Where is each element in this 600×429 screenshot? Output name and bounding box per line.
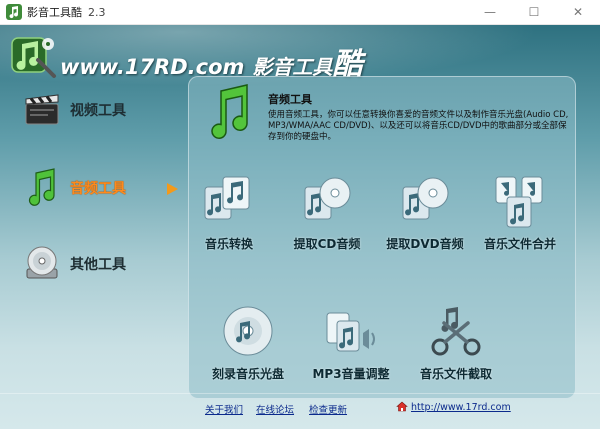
close-button[interactable]: ✕ bbox=[556, 0, 600, 24]
tool-music-convert[interactable]: 音乐转换 bbox=[174, 173, 284, 253]
burn-disc-icon bbox=[223, 306, 273, 356]
clapperboard-icon bbox=[25, 94, 59, 125]
sidebar-item-audio[interactable]: 音频工具 bbox=[22, 167, 172, 211]
dvd-audio-extract-icon bbox=[402, 177, 449, 220]
maximize-button[interactable]: ☐ bbox=[512, 0, 556, 24]
app-window: 影音工具酷 2.3 — ☐ ✕ www.17RD.com 影音工具酷 视频工具 … bbox=[0, 0, 600, 429]
tool-label: 音乐文件合并 bbox=[483, 237, 556, 251]
tool-music-cut[interactable]: 音乐文件截取 bbox=[401, 303, 511, 383]
app-music-note-icon bbox=[6, 4, 22, 20]
music-note-icon bbox=[28, 168, 55, 206]
tool-burn-disc[interactable]: 刻录音乐光盘 bbox=[193, 303, 303, 383]
window-title: 影音工具酷 2.3 bbox=[27, 4, 106, 20]
minimize-button[interactable]: — bbox=[468, 0, 512, 24]
panel-title: 音频工具 bbox=[268, 93, 312, 106]
tool-music-merge[interactable]: 音乐文件合并 bbox=[465, 173, 575, 253]
check-update-link[interactable]: 检查更新 bbox=[309, 402, 347, 416]
panel-description: 使用音频工具，你可以任意转换你喜爱的音频文件以及制作音乐光盘(Audio CD,… bbox=[268, 110, 569, 142]
tool-label: 提取CD音频 bbox=[293, 237, 361, 251]
mp3-volume-icon bbox=[326, 312, 375, 352]
tool-cd-extract[interactable]: 提取CD音频 bbox=[272, 173, 382, 253]
cd-audio-extract-icon bbox=[304, 177, 351, 220]
sidebar-item-video[interactable]: 视频工具 bbox=[22, 89, 172, 133]
about-us-link[interactable]: 关于我们 bbox=[205, 402, 243, 416]
sidebar-item-label: 视频工具 bbox=[70, 103, 126, 119]
website-link[interactable]: http://www.17rd.com bbox=[411, 402, 511, 413]
tool-dvd-extract[interactable]: 提取DVD音频 bbox=[370, 173, 480, 253]
music-note-large-icon bbox=[211, 84, 248, 139]
tool-label: 音乐转换 bbox=[204, 237, 253, 251]
sidebar-item-label: 其他工具 bbox=[70, 257, 126, 273]
tool-label: 音乐文件截取 bbox=[419, 367, 492, 381]
sidebar-item-label: 音频工具 bbox=[70, 181, 126, 197]
window-version: 2.3 bbox=[88, 6, 106, 19]
title-bar[interactable]: 影音工具酷 2.3 — ☐ ✕ bbox=[0, 0, 600, 25]
home-icon bbox=[396, 401, 408, 412]
tool-mp3-volume[interactable]: MP3音量调整 bbox=[296, 303, 406, 383]
music-files-merge-icon bbox=[495, 176, 543, 228]
footer-divider bbox=[0, 393, 600, 394]
window-title-name: 影音工具酷 bbox=[27, 6, 82, 19]
sidebar-item-other[interactable]: 其他工具 bbox=[22, 243, 172, 287]
audio-tools-panel: 音频工具 使用音频工具，你可以任意转换你喜爱的音频文件以及制作音乐光盘(Audi… bbox=[188, 76, 576, 399]
client-area: www.17RD.com 影音工具酷 视频工具 音频工具 其他工具 音频工具 使… bbox=[0, 25, 600, 429]
tool-label: MP3音量调整 bbox=[312, 367, 390, 381]
tool-label: 提取DVD音频 bbox=[386, 237, 464, 251]
logo-icon bbox=[11, 37, 56, 78]
online-forum-link[interactable]: 在线论坛 bbox=[256, 402, 294, 416]
disc-icon bbox=[26, 246, 58, 279]
scissors-cut-icon bbox=[431, 307, 481, 356]
tool-label: 刻录音乐光盘 bbox=[211, 367, 284, 381]
music-files-convert-icon bbox=[204, 176, 250, 220]
